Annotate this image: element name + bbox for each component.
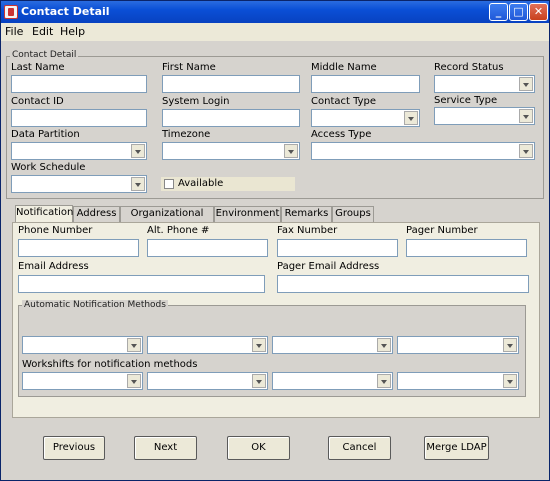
workshift-2-dropdown[interactable]	[147, 372, 268, 390]
pager-email-label: Pager Email Address	[277, 261, 380, 272]
chevron-down-icon[interactable]	[377, 338, 391, 352]
notification-method-2-dropdown[interactable]	[147, 336, 268, 354]
chevron-down-icon[interactable]	[284, 144, 298, 158]
alt-phone-label: Alt. Phone #	[147, 225, 210, 236]
tab-remarks[interactable]: Remarks	[281, 206, 332, 222]
ok-button[interactable]: OK	[227, 436, 290, 460]
merge-ldap-button[interactable]: Merge LDAP	[424, 436, 489, 460]
minimize-button[interactable]: _	[489, 3, 508, 21]
chevron-down-icon[interactable]	[503, 338, 517, 352]
last-name-label: Last Name	[11, 62, 65, 73]
contact-id-field[interactable]	[11, 109, 147, 127]
chevron-down-icon[interactable]	[127, 338, 141, 352]
next-button[interactable]: Next	[134, 436, 197, 460]
middle-name-field[interactable]	[311, 75, 420, 93]
title-bar: Contact Detail _ □ ✕	[1, 1, 549, 23]
fax-number-field[interactable]	[277, 239, 398, 257]
chevron-down-icon[interactable]	[519, 77, 533, 91]
notification-method-3-dropdown[interactable]	[272, 336, 393, 354]
system-login-label: System Login	[162, 96, 230, 107]
cancel-button[interactable]: Cancel	[328, 436, 391, 460]
record-status-dropdown[interactable]	[434, 75, 535, 93]
contact-id-label: Contact ID	[11, 96, 64, 107]
timezone-dropdown[interactable]	[162, 142, 300, 160]
tab-address[interactable]: Address	[73, 206, 120, 222]
contact-type-dropdown[interactable]	[311, 109, 420, 127]
middle-name-label: Middle Name	[311, 62, 377, 73]
chevron-down-icon[interactable]	[503, 374, 517, 388]
fax-number-label: Fax Number	[277, 225, 338, 236]
system-login-field[interactable]	[162, 109, 300, 127]
service-type-label: Service Type	[434, 95, 498, 106]
checkbox-box[interactable]	[164, 179, 174, 189]
menu-bar: File Edit Help	[1, 23, 549, 41]
chevron-down-icon[interactable]	[252, 338, 266, 352]
phone-number-label: Phone Number	[18, 225, 93, 236]
pager-number-label: Pager Number	[406, 225, 478, 236]
previous-button[interactable]: Previous	[43, 436, 105, 460]
data-partition-label: Data Partition	[11, 129, 80, 140]
notification-method-4-dropdown[interactable]	[397, 336, 519, 354]
pager-number-field[interactable]	[406, 239, 527, 257]
window-title: Contact Detail	[21, 5, 110, 18]
chevron-down-icon[interactable]	[127, 374, 141, 388]
workshift-4-dropdown[interactable]	[397, 372, 519, 390]
tab-environment[interactable]: Environment	[214, 206, 281, 222]
email-address-field[interactable]	[18, 275, 265, 293]
workshift-1-dropdown[interactable]	[22, 372, 143, 390]
menu-help[interactable]: Help	[60, 25, 85, 38]
notification-methods-legend: Automatic Notification Methods	[22, 300, 168, 310]
workshifts-label: Workshifts for notification methods	[22, 359, 198, 370]
contact-detail-legend: Contact Detail	[10, 50, 79, 60]
tab-groups[interactable]: Groups	[332, 206, 374, 222]
chevron-down-icon[interactable]	[252, 374, 266, 388]
last-name-field[interactable]	[11, 75, 147, 93]
first-name-field[interactable]	[162, 75, 300, 93]
maximize-button[interactable]: □	[509, 3, 528, 21]
close-button[interactable]: ✕	[529, 3, 548, 21]
workshift-3-dropdown[interactable]	[272, 372, 393, 390]
alt-phone-field[interactable]	[147, 239, 268, 257]
service-type-dropdown[interactable]	[434, 107, 535, 125]
menu-file[interactable]: File	[5, 25, 23, 38]
first-name-label: First Name	[162, 62, 216, 73]
chevron-down-icon[interactable]	[377, 374, 391, 388]
chevron-down-icon[interactable]	[131, 144, 145, 158]
phone-number-field[interactable]	[18, 239, 139, 257]
data-partition-dropdown[interactable]	[11, 142, 147, 160]
chevron-down-icon[interactable]	[131, 177, 145, 191]
contact-type-label: Contact Type	[311, 96, 377, 107]
chevron-down-icon[interactable]	[404, 111, 418, 125]
chevron-down-icon[interactable]	[519, 144, 533, 158]
work-schedule-label: Work Schedule	[11, 162, 86, 173]
access-type-label: Access Type	[311, 129, 372, 140]
notification-method-1-dropdown[interactable]	[22, 336, 143, 354]
available-label: Available	[178, 178, 224, 189]
chevron-down-icon[interactable]	[519, 109, 533, 123]
menu-edit[interactable]: Edit	[32, 25, 53, 38]
email-address-label: Email Address	[18, 261, 89, 272]
tab-organizational-info[interactable]: Organizational Info	[120, 206, 214, 233]
timezone-label: Timezone	[162, 129, 211, 140]
tab-notification[interactable]: Notification	[15, 205, 73, 222]
contact-detail-window: Contact Detail _ □ ✕ File Edit Help Cont…	[0, 0, 550, 481]
record-status-label: Record Status	[434, 62, 504, 73]
pager-email-field[interactable]	[277, 275, 529, 293]
available-checkbox[interactable]: Available	[161, 177, 295, 191]
access-type-dropdown[interactable]	[311, 142, 535, 160]
app-icon	[4, 5, 18, 19]
work-schedule-dropdown[interactable]	[11, 175, 147, 193]
